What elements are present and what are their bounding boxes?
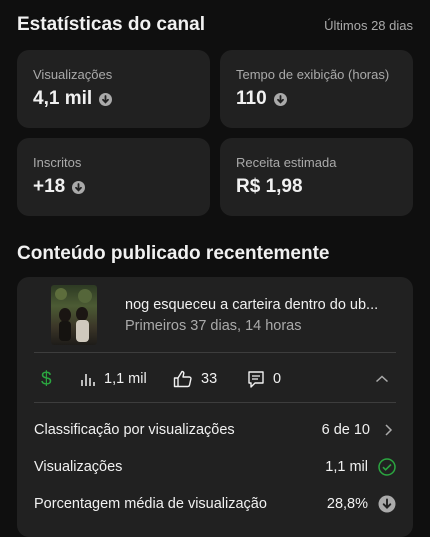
video-metrics-row: $ 1,1 mil 33 0 xyxy=(17,361,413,397)
stat-card-revenue[interactable]: Receita estimada R$ 1,98 xyxy=(220,138,413,216)
chevron-right-icon xyxy=(385,424,393,436)
views-metric[interactable]: 1,1 mil xyxy=(80,361,147,397)
views-value: 1,1 mil xyxy=(104,371,147,387)
detail-value: 28,8% xyxy=(326,496,368,512)
period-label[interactable]: Últimos 28 dias xyxy=(324,18,413,33)
video-thumbnail[interactable] xyxy=(51,285,97,345)
comments-metric[interactable]: 0 xyxy=(247,361,281,397)
collapse-button[interactable] xyxy=(375,361,389,397)
arrow-down-circle-icon xyxy=(99,92,113,106)
detail-value: 6 de 10 xyxy=(321,422,370,438)
stat-card-watch-time[interactable]: Tempo de exibição (horas) 110 xyxy=(220,50,413,128)
chevron-up-icon xyxy=(375,375,389,383)
likes-metric[interactable]: 33 xyxy=(173,361,217,397)
detail-label: Porcentagem média de visualização xyxy=(34,496,267,512)
stat-label: Tempo de exibição (horas) xyxy=(236,67,390,82)
channel-stats-header: Estatísticas do canal Últimos 28 dias xyxy=(17,14,413,36)
stat-card-views[interactable]: Visualizações 4,1 mil xyxy=(17,50,210,128)
stat-value: +18 xyxy=(33,176,66,197)
stat-label: Receita estimada xyxy=(236,155,337,170)
recent-video-card[interactable]: nog esqueceu a carteira dentro do ub... … xyxy=(17,277,413,537)
stat-value: R$ 1,98 xyxy=(236,176,303,197)
divider xyxy=(34,402,396,403)
detail-label: Classificação por visualizações xyxy=(34,422,235,438)
video-title[interactable]: nog esqueceu a carteira dentro do ub... xyxy=(125,297,378,313)
bar-chart-icon xyxy=(81,374,95,386)
stat-card-subscribers[interactable]: Inscritos +18 xyxy=(17,138,210,216)
views-detail-row: Visualizações 1,1 mil xyxy=(34,454,396,480)
recent-content-title: Conteúdo publicado recentemente xyxy=(17,243,330,264)
divider xyxy=(34,352,396,353)
arrow-down-circle-icon xyxy=(378,495,396,513)
comment-icon xyxy=(248,370,264,388)
detail-label: Visualizações xyxy=(34,459,123,475)
stat-label: Inscritos xyxy=(33,155,82,170)
avg-view-percentage-row: Porcentagem média de visualização 28,8% xyxy=(34,491,396,517)
stat-label: Visualizações xyxy=(33,67,113,82)
video-subtitle: Primeiros 37 dias, 14 horas xyxy=(125,318,302,334)
arrow-down-circle-icon xyxy=(273,92,287,106)
check-circle-icon xyxy=(378,458,396,476)
comments-value: 0 xyxy=(273,371,282,387)
stat-value: 4,1 mil xyxy=(33,88,93,109)
monetization-icon[interactable]: $ xyxy=(41,361,52,397)
detail-value: 1,1 mil xyxy=(325,459,368,475)
likes-value: 33 xyxy=(201,371,218,387)
arrow-down-circle-icon xyxy=(72,180,86,194)
channel-stats-title: Estatísticas do canal xyxy=(17,14,205,35)
rank-by-views-row[interactable]: Classificação por visualizações 6 de 10 xyxy=(34,417,396,443)
thumbs-up-icon xyxy=(173,370,192,388)
stat-value: 110 xyxy=(236,88,267,109)
